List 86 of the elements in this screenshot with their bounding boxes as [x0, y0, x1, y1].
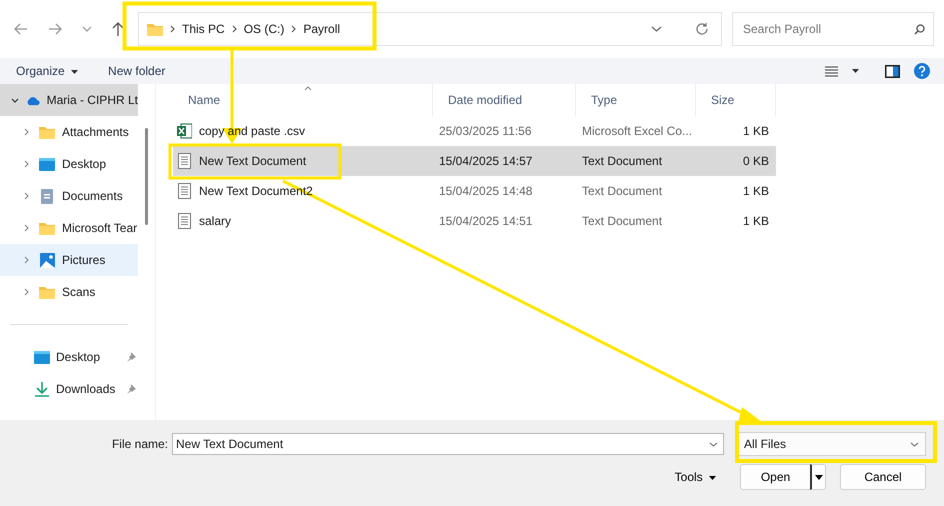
file-type-dropdown[interactable]: All Files: [738, 432, 926, 456]
file-name-field[interactable]: New Text Document: [172, 433, 724, 455]
spreadsheet-icon: [176, 123, 192, 139]
chevron-down-icon[interactable]: [709, 442, 718, 446]
chevron-right-icon[interactable]: [24, 192, 28, 200]
cloud-icon: [26, 94, 41, 106]
document-icon: [41, 188, 53, 204]
caret-down-icon: [71, 70, 78, 74]
tree-item[interactable]: Maria - CIPHR Lt: [0, 84, 138, 116]
folder-icon: [39, 222, 55, 234]
date-cell-text: 15/04/2025 14:51: [438, 214, 534, 228]
tree-item[interactable]: Desktop: [0, 148, 138, 180]
chevron-right-icon[interactable]: [24, 128, 28, 136]
chevron-right-icon: [232, 25, 237, 33]
type-cell-text: Microsoft Excel Co...: [581, 124, 694, 138]
forward-arrow-icon[interactable]: [48, 23, 62, 35]
file-row[interactable]: New Text Document 15/04/2025 14:57 Text Document 0 KB: [173, 146, 776, 176]
column-header[interactable]: Date modified: [433, 84, 576, 116]
refresh-icon[interactable]: [695, 22, 709, 36]
folder-icon: [39, 286, 55, 298]
cancel-button[interactable]: Cancel: [840, 464, 926, 490]
text-file-icon: [178, 183, 190, 199]
scrollbar-thumb[interactable]: [144, 128, 148, 225]
date-cell-text: 15/04/2025 14:48: [438, 184, 534, 198]
pin-icon[interactable]: [126, 384, 136, 394]
organize-button[interactable]: Organize: [8, 62, 86, 80]
desktop-icon: [34, 350, 50, 364]
search-field[interactable]: Search Payroll: [732, 12, 934, 46]
chevron-down-icon[interactable]: [11, 98, 20, 102]
chevron-down-icon[interactable]: [651, 26, 662, 32]
pin-icon[interactable]: [126, 352, 136, 362]
chevron-right-icon[interactable]: [24, 256, 28, 264]
file-name: salary: [199, 214, 232, 228]
download-icon: [35, 382, 49, 396]
size-cell-text: 1 KB: [742, 214, 770, 228]
help-icon[interactable]: [914, 63, 930, 79]
size-cell-text: 1 KB: [742, 184, 770, 198]
folder-icon: [147, 22, 163, 36]
picture-icon: [40, 252, 54, 268]
column-header[interactable]: Name: [173, 84, 433, 116]
address-bar[interactable]: This PC OS (C:) Payroll: [138, 12, 722, 46]
tree-item[interactable]: Attachments: [0, 116, 138, 148]
sort-caret-icon: [304, 86, 312, 91]
chevron-right-icon: [170, 25, 175, 33]
breadcrumb-item[interactable]: OS (C:): [244, 22, 284, 36]
caret-down-icon: [709, 476, 716, 480]
chevron-right-icon[interactable]: [24, 224, 28, 232]
tree-item[interactable]: Documents: [0, 180, 138, 212]
date-cell-text: 25/03/2025 11:56: [438, 124, 533, 138]
file-name-label: File name:: [110, 437, 169, 451]
tree-item[interactable]: Pictures: [0, 244, 138, 276]
desktop-icon: [39, 158, 55, 170]
column-header[interactable]: Type: [576, 84, 696, 116]
breadcrumb-item[interactable]: This PC: [182, 22, 225, 36]
chevron-right-icon[interactable]: [24, 160, 28, 168]
back-arrow-icon[interactable]: [14, 23, 28, 35]
new-folder-button[interactable]: New folder: [100, 62, 174, 80]
size-cell-text: 1 KB: [742, 124, 770, 138]
file-row[interactable]: salary 15/04/2025 14:51 Text Document 1 KB: [173, 206, 776, 236]
caret-down-icon[interactable]: [852, 69, 859, 73]
caret-down-icon: [814, 474, 822, 480]
file-name: New Text Document: [199, 154, 306, 168]
folder-icon: [39, 126, 55, 138]
size-cell-text: 0 KB: [742, 154, 770, 168]
up-arrow-icon[interactable]: [112, 22, 124, 36]
open-dropdown-button[interactable]: [810, 464, 826, 490]
search-icon: [914, 24, 925, 34]
open-button[interactable]: Open: [740, 464, 810, 490]
text-file-icon: [178, 153, 190, 169]
chevron-right-icon[interactable]: [24, 288, 28, 296]
chevron-down-icon: [910, 442, 919, 446]
quick-access-item[interactable]: Downloads: [0, 373, 138, 405]
text-file-icon: [178, 213, 190, 229]
date-cell-text: 15/04/2025 14:57: [438, 154, 534, 168]
column-header[interactable]: Size: [696, 84, 776, 116]
tools-button[interactable]: Tools: [668, 469, 722, 485]
breadcrumb-item[interactable]: Payroll: [303, 22, 340, 36]
chevron-right-icon: [291, 25, 296, 33]
tree-item[interactable]: Scans: [0, 276, 138, 308]
type-cell-text: Text Document: [581, 184, 664, 198]
view-list-icon[interactable]: [825, 66, 838, 76]
quick-access-item[interactable]: Desktop: [0, 341, 138, 373]
type-cell-text: Text Document: [581, 214, 664, 228]
type-cell-text: Text Document: [581, 154, 664, 168]
tree-item[interactable]: Microsoft Tear: [0, 212, 138, 244]
preview-pane-icon[interactable]: [885, 64, 900, 78]
